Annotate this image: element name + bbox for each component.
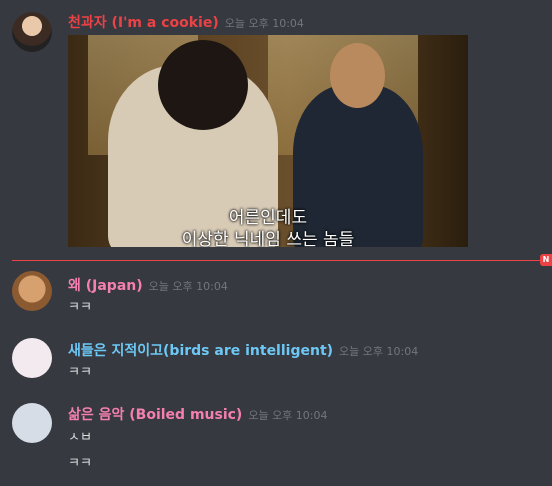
figure-woman-hair [158, 40, 248, 130]
username-1[interactable]: 천과자 (I'm a cookie) 오늘 오후 10:04 [68, 12, 304, 32]
username-3[interactable]: 새들은 지적이고(birds are intelligent) 오늘 오후 10:… [68, 340, 418, 360]
caption-line-2: 이상한 닉네임 쓰는 놈들 [181, 230, 355, 247]
timestamp-4: 오늘 오후 10:04 [248, 409, 328, 422]
avatar-girl-flower-icon[interactable] [12, 12, 52, 52]
message-4-line-2: ㅋㅋ [68, 456, 92, 471]
username-3-text[interactable]: 새들은 지적이고(birds are intelligent) [68, 343, 333, 359]
message-4: 삶은 음악 (Boiled music) 오늘 오후 10:04 ㅅㅂ ㅋㅋ [0, 398, 552, 478]
username-2-text[interactable]: 왜 (Japan) [68, 278, 143, 294]
message-2-line-1: ㅋㅋ [68, 300, 92, 315]
message-2: 왜 (Japan) 오늘 오후 10:04 ㅋㅋ [0, 268, 552, 328]
figure-man-head [330, 43, 385, 108]
username-2[interactable]: 왜 (Japan) 오늘 오후 10:04 [68, 275, 228, 295]
new-badge: N [540, 254, 552, 266]
username-1-text[interactable]: 천과자 (I'm a cookie) [68, 15, 219, 31]
message-4-line-1: ㅅㅂ [68, 430, 92, 445]
new-messages-divider [12, 260, 540, 261]
message-1: 천과자 (I'm a cookie) 오늘 오후 10:04 어른인데도 이상한 … [0, 0, 552, 255]
attached-image[interactable]: 어른인데도 이상한 닉네임 쓰는 놈들 [68, 35, 468, 247]
timestamp-2: 오늘 오후 10:04 [148, 280, 228, 293]
username-4-text[interactable]: 삶은 음악 (Boiled music) [68, 407, 242, 423]
timestamp-3: 오늘 오후 10:04 [339, 345, 419, 358]
message-3-line-1: ㅋㅋ [68, 365, 92, 380]
message-3: 새들은 지적이고(birds are intelligent) 오늘 오후 10:… [0, 333, 552, 393]
avatar-face-icon[interactable] [12, 271, 52, 311]
avatar-bird-icon[interactable] [12, 338, 52, 378]
timestamp-1: 오늘 오후 10:04 [224, 17, 304, 30]
avatar-penguin-icon[interactable] [12, 403, 52, 443]
username-4[interactable]: 삶은 음악 (Boiled music) 오늘 오후 10:04 [68, 404, 328, 424]
